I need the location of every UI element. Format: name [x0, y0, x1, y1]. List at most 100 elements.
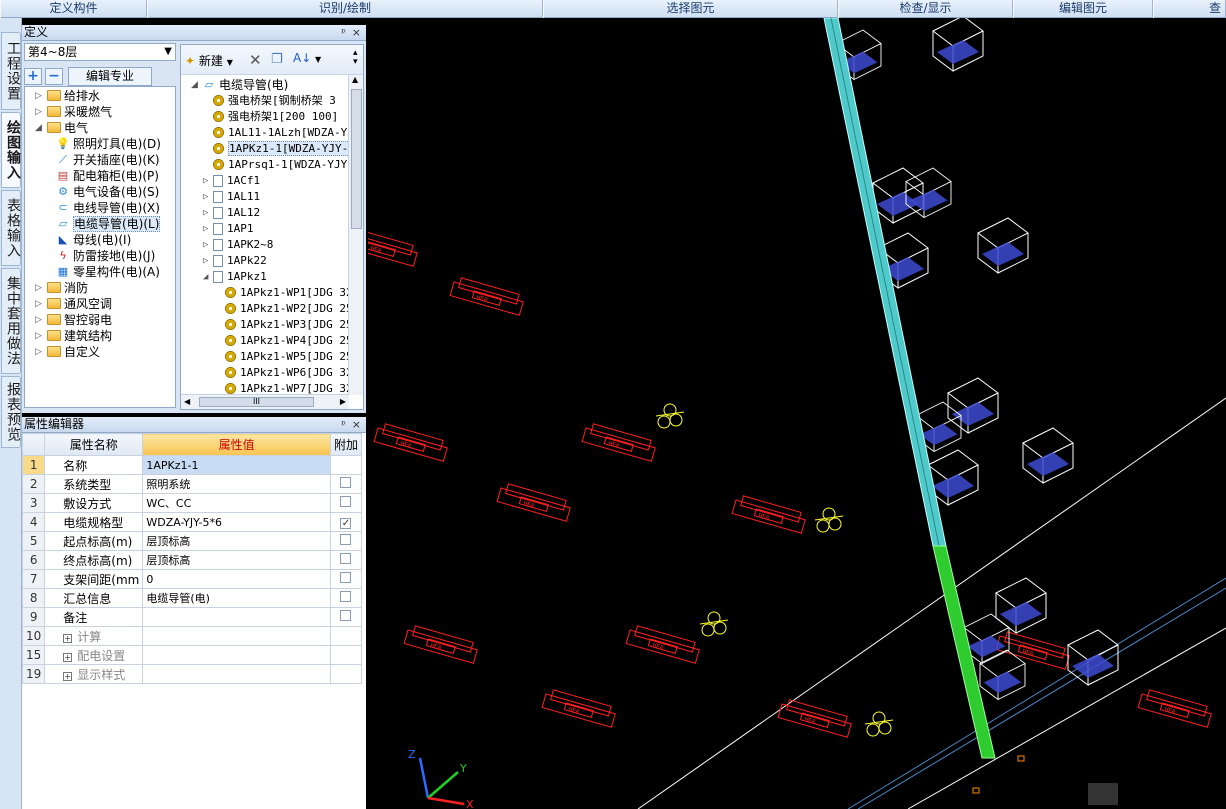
tree-item[interactable]: ▷ 智控弱电	[35, 312, 112, 328]
expand-arrow-icon[interactable]: ◢	[203, 269, 213, 285]
junction-box[interactable]	[932, 18, 984, 72]
tab-table-input[interactable]: 表格输入	[1, 190, 21, 266]
component-item[interactable]: ▷ 1AP1	[203, 221, 254, 237]
extra-checkbox[interactable]	[340, 572, 352, 583]
component-item[interactable]: 强电桥架1[200 100]	[213, 109, 338, 125]
extra-checkbox[interactable]	[340, 553, 352, 564]
property-value[interactable]: 层顶标高	[142, 550, 331, 570]
property-value[interactable]	[142, 645, 331, 665]
close-icon[interactable]: ×	[352, 417, 361, 432]
expand-arrow-icon[interactable]: ▷	[35, 88, 45, 104]
edit-specialty-button[interactable]: 编辑专业	[68, 67, 152, 86]
expand-arrow-icon[interactable]: ▷	[35, 296, 45, 312]
light-fixture[interactable]: HEA	[731, 494, 807, 534]
tree-item[interactable]: ▷ 给排水	[35, 88, 100, 104]
component-item[interactable]: ▷ 1AL12	[203, 205, 260, 221]
junction-box[interactable]	[977, 217, 1029, 274]
new-button[interactable]: ✦ 新建 ▼	[185, 52, 233, 69]
property-row[interactable]: 19 + 显示样式	[21, 664, 363, 684]
expand-arrow-icon[interactable]: ▷	[203, 173, 213, 189]
property-row[interactable]: 9 备注	[21, 607, 363, 627]
property-value[interactable]: 照明系统	[142, 474, 331, 494]
expand-arrow-icon[interactable]: ▷	[35, 344, 45, 360]
expand-plus-icon[interactable]: +	[63, 652, 73, 662]
scroll-thumb-h[interactable]: III	[199, 397, 314, 407]
tree-item[interactable]: ◣ 母线(电)(I)	[55, 232, 132, 248]
sort-icon[interactable]: A↓	[293, 51, 311, 65]
property-value[interactable]: 0	[142, 569, 331, 589]
scroll-right-icon[interactable]: ▶	[340, 397, 346, 406]
light-fixture[interactable]: HEA	[496, 482, 572, 522]
ribbon-define-component[interactable]: 定义构件	[0, 0, 147, 18]
property-row[interactable]: 10 + 计算	[21, 626, 363, 646]
extra-checkbox[interactable]: ✓	[340, 518, 352, 529]
junction-box[interactable]	[995, 577, 1047, 634]
component-item[interactable]: 1AL11-1ALzh[WDZA-YJ	[213, 125, 354, 141]
property-row[interactable]: 6 终点标高(m) 层顶标高	[21, 550, 363, 570]
component-item[interactable]: ▷ 1AL11	[203, 189, 260, 205]
tab-project-settings[interactable]: 工程设置	[1, 32, 21, 110]
tree-item[interactable]: ▷ 消防	[35, 280, 88, 296]
junction-symbol[interactable]	[699, 611, 729, 637]
tree-item[interactable]: ◢ 电气	[35, 120, 88, 136]
light-fixture[interactable]: HEA	[449, 276, 525, 316]
tree-item[interactable]: ⊂ 电线导管(电)(X)	[55, 200, 160, 216]
light-fixture[interactable]: HEA	[625, 624, 701, 664]
expand-arrow-icon[interactable]: ◢	[191, 77, 201, 93]
pin-icon[interactable]: ᵖ	[341, 417, 346, 432]
chevron-down-icon[interactable]: ▼	[315, 55, 321, 64]
junction-symbol[interactable]	[655, 403, 685, 429]
expand-arrow-icon[interactable]: ▷	[203, 237, 213, 253]
tab-report-preview[interactable]: 报表预览	[1, 376, 21, 448]
component-item[interactable]: ◢ 1APkz1	[203, 269, 267, 285]
tree-root[interactable]: ◢ ▱ 电缆导管(电)	[191, 77, 288, 93]
property-value[interactable]: 1APKz1-1	[142, 455, 331, 475]
expand-arrow-icon[interactable]: ▷	[35, 328, 45, 344]
tree-item[interactable]: ▷ 采暖燃气	[35, 104, 112, 120]
expand-arrow-icon[interactable]: ◢	[35, 120, 45, 136]
component-item[interactable]: 强电桥架[钢制桥架 3	[213, 93, 336, 109]
extra-checkbox[interactable]	[340, 534, 352, 545]
expand-arrow-icon[interactable]: ▷	[203, 221, 213, 237]
scroll-left-icon[interactable]: ◀	[184, 397, 190, 406]
tree-item[interactable]: ▱ 电缆导管(电)(L)	[55, 216, 161, 232]
property-value[interactable]: WC、CC	[142, 493, 331, 513]
property-row[interactable]: 2 系统类型 照明系统	[21, 474, 363, 494]
light-fixture[interactable]: HEA	[373, 422, 449, 462]
3d-viewport[interactable]: HEAHEAHEA HEAHEAHEAHEA HEAHEAHEAHEAHEAZYX	[368, 18, 1226, 809]
light-fixture[interactable]: HEA	[1137, 688, 1213, 728]
component-item[interactable]: 1APkz1-WP3[JDG 25	[225, 317, 353, 333]
component-item[interactable]: ▷ 1APK2~8	[203, 237, 273, 253]
property-row[interactable]: 3 敷设方式 WC、CC	[21, 493, 363, 513]
tree-item[interactable]: ▷ 自定义	[35, 344, 100, 360]
tab-drawing-input[interactable]: 绘图输入	[1, 112, 21, 188]
light-fixture[interactable]: HEA	[403, 624, 479, 664]
ribbon-edit-element[interactable]: 编辑图元	[1013, 0, 1153, 18]
tree-item[interactable]: ⚙ 电气设备(电)(S)	[55, 184, 159, 200]
property-value[interactable]: 层顶标高	[142, 531, 331, 551]
component-item[interactable]: 1APkz1-WP1[JDG 32	[225, 285, 353, 301]
component-item[interactable]: 1APrsq1-1[WDZA-YJY-	[213, 157, 354, 173]
property-row[interactable]: 4 电缆规格型 WDZA-YJY-5*6 ✓	[21, 512, 363, 532]
ribbon-identify-draw[interactable]: 识别/绘制	[147, 0, 543, 18]
extra-checkbox[interactable]	[340, 610, 352, 621]
expand-arrow-icon[interactable]: ▷	[203, 253, 213, 269]
light-fixture[interactable]: HEA	[541, 688, 617, 728]
property-value[interactable]	[142, 607, 331, 627]
expand-plus-icon[interactable]: +	[63, 633, 73, 643]
property-row[interactable]: 5 起点标高(m) 层顶标高	[21, 531, 363, 551]
collapse-all-icon[interactable]: −	[45, 68, 63, 85]
component-item[interactable]: 1APkz1-WP6[JDG 32	[225, 365, 353, 381]
copy-icon[interactable]: ❐	[271, 52, 283, 67]
property-row[interactable]: 7 支架间距(mm 0	[21, 569, 363, 589]
expand-all-icon[interactable]: +	[24, 68, 42, 85]
junction-box[interactable]	[979, 649, 1026, 701]
property-value[interactable]	[142, 664, 331, 684]
vertical-scrollbar[interactable]: ▲	[348, 75, 363, 395]
tree-item[interactable]: 💡 照明灯具(电)(D)	[55, 136, 161, 152]
junction-symbol[interactable]	[864, 711, 894, 737]
component-item[interactable]: 1APkz1-WP4[JDG 25	[225, 333, 353, 349]
ribbon-check-display[interactable]: 检查/显示	[838, 0, 1013, 18]
junction-box[interactable]	[1022, 427, 1074, 484]
tab-apply-methods[interactable]: 集中套用做法	[1, 268, 21, 374]
